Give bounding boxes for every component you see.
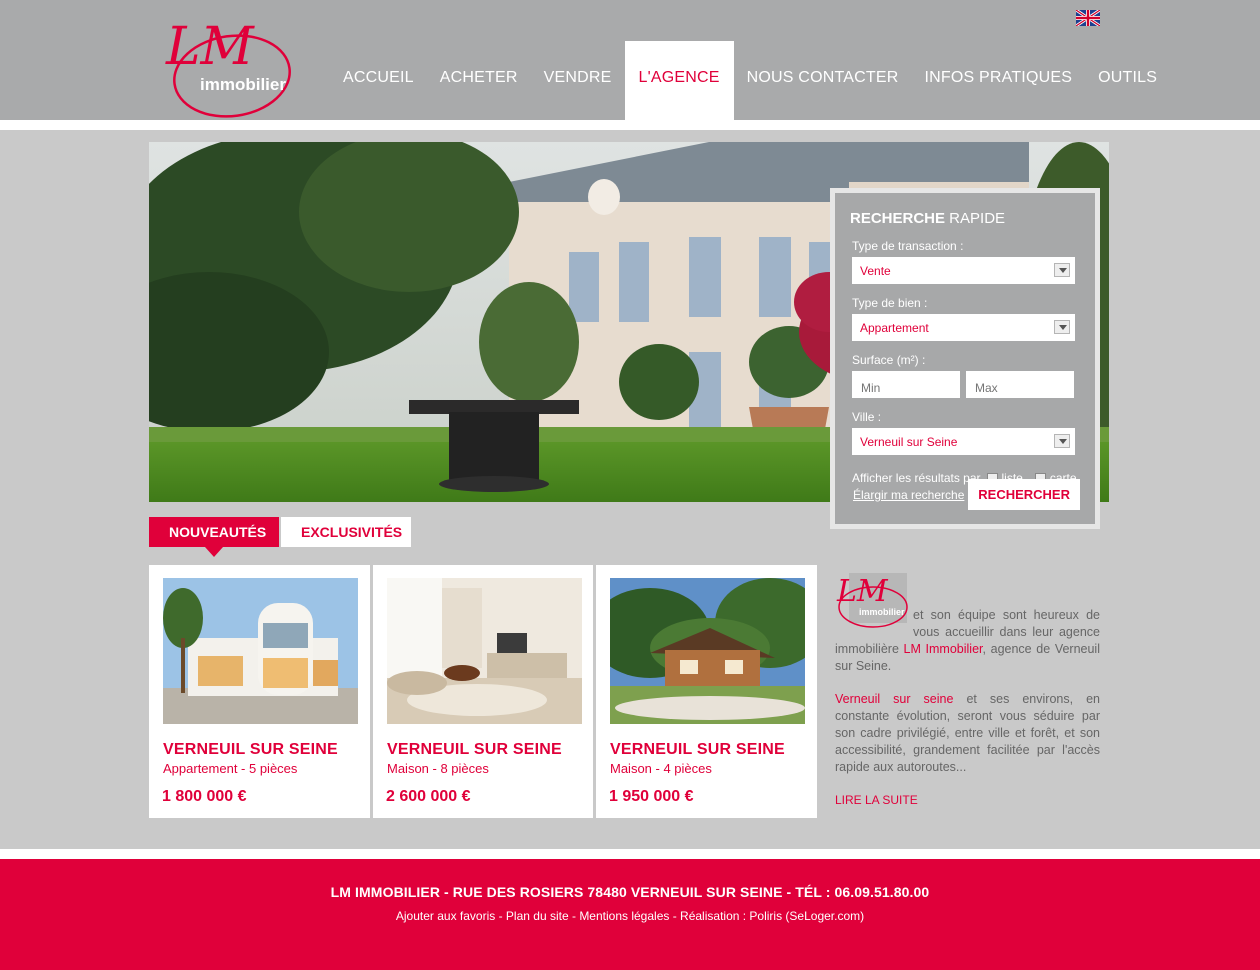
nav-acheter[interactable]: ACHETER (427, 41, 531, 120)
listing-type: Maison - 4 pièces (610, 761, 712, 776)
surface-label: Surface (m²) : (852, 353, 926, 367)
logo-wordmark: immobilier (200, 75, 286, 94)
quick-search-title-bold: RECHERCHE (850, 210, 946, 227)
listing-price: 2 600 000 € (386, 788, 471, 805)
listing-city: VERNEUIL SUR SEINE (610, 741, 785, 758)
footer-link-sitemap[interactable]: Plan du site (506, 909, 569, 923)
listing-card[interactable]: VERNEUIL SUR SEINE Appartement - 5 pièce… (149, 565, 370, 818)
footer-separator: - (568, 909, 580, 923)
chevron-down-icon[interactable] (1054, 434, 1070, 448)
listing-type: Maison - 8 pièces (387, 761, 489, 776)
agency-intro: LM immobilier et son équipe sont heureux… (835, 565, 1100, 809)
transaction-label: Type de transaction : (852, 239, 964, 253)
transaction-select[interactable]: Vente (852, 257, 1075, 284)
mini-logo-monogram: LM (836, 574, 889, 609)
chevron-down-icon[interactable] (1054, 263, 1070, 277)
property-type-value: Appartement (860, 321, 929, 335)
main-nav: ACCUEIL ACHETER VENDRE L'AGENCE NOUS CON… (330, 41, 1170, 120)
logo-monogram: LM (165, 17, 256, 77)
lm-immobilier-logo[interactable]: LM immobilier (158, 2, 298, 120)
footer-link-legal[interactable]: Mentions légales (579, 909, 669, 923)
surface-max-input[interactable] (966, 371, 1074, 398)
property-type-label: Type de bien : (852, 296, 928, 310)
header-divider (0, 120, 1260, 130)
nav-outils[interactable]: OUTILS (1085, 41, 1170, 120)
living-room-photo[interactable] (387, 578, 582, 724)
agency-name: LM Immobilier (903, 642, 983, 656)
search-actions: Élargir ma recherche RECHERCHER (853, 479, 1080, 510)
city-value: Verneuil sur Seine (860, 435, 958, 449)
listing-price: 1 950 000 € (609, 788, 694, 805)
footer-address: LM IMMOBILIER - RUE DES ROSIERS 78480 VE… (330, 884, 930, 900)
listing-cards: VERNEUIL SUR SEINE Appartement - 5 pièce… (149, 565, 825, 818)
chalet-photo[interactable] (590, 578, 825, 724)
surface-min-input[interactable] (852, 371, 960, 398)
modern-house-photo[interactable] (163, 578, 358, 724)
read-more-link[interactable]: LIRE LA SUITE (835, 792, 918, 809)
property-type-select[interactable]: Appartement (852, 314, 1075, 341)
site-header: LM immobilier ACCUEIL ACHETER VENDRE L'A… (0, 0, 1260, 120)
listing-type: Appartement - 5 pièces (163, 761, 298, 776)
city-label: Ville : (852, 410, 882, 424)
listing-card[interactable]: VERNEUIL SUR SEINE Maison - 4 pièces 1 9… (590, 565, 825, 818)
quick-search-inner: RECHERCHE RAPIDE Type de transaction : V… (835, 193, 1095, 524)
footer-link-credits[interactable]: Réalisation : Poliris (SeLoger.com) (680, 909, 864, 923)
nav-infos-pratiques[interactable]: INFOS PRATIQUES (911, 41, 1085, 120)
city-select[interactable]: Verneuil sur Seine (852, 428, 1075, 455)
transaction-value: Vente (860, 264, 891, 278)
tab-nouveautes[interactable]: NOUVEAUTÉS (149, 517, 279, 557)
footer-links: Ajouter aux favoris - Plan du site - Men… (0, 909, 1260, 923)
mini-logo-wordmark: immobilier (859, 607, 905, 617)
nav-vendre[interactable]: VENDRE (531, 41, 625, 120)
uk-flag-icon[interactable] (1076, 10, 1100, 26)
tab-exclusivites[interactable]: EXCLUSIVITÉS (281, 517, 411, 547)
city-paragraph: Verneuil sur seine et ses environs, en c… (835, 691, 1100, 776)
surface-range (852, 371, 1078, 398)
footer-separator: - (669, 909, 681, 923)
footer-divider (0, 849, 1260, 859)
listing-card[interactable]: VERNEUIL SUR SEINE Maison - 8 pièces 2 6… (373, 565, 593, 818)
quick-search-panel: RECHERCHE RAPIDE Type de transaction : V… (830, 188, 1100, 529)
lm-immobilier-mini-logo: LM immobilier (836, 573, 908, 628)
listing-city: VERNEUIL SUR SEINE (163, 741, 338, 758)
widen-search-link[interactable]: Élargir ma recherche (853, 488, 964, 502)
listing-price: 1 800 000 € (162, 788, 247, 805)
listing-city: VERNEUIL SUR SEINE (387, 741, 562, 758)
city-link[interactable]: Verneuil sur seine (835, 692, 953, 706)
site-footer: LM IMMOBILIER - RUE DES ROSIERS 78480 VE… (0, 859, 1260, 970)
nav-agence[interactable]: L'AGENCE (624, 41, 734, 120)
quick-search-title: RECHERCHE RAPIDE (850, 210, 1078, 227)
nav-contact[interactable]: NOUS CONTACTER (734, 41, 912, 120)
nav-accueil[interactable]: ACCUEIL (330, 41, 427, 120)
search-button[interactable]: RECHERCHER (968, 479, 1080, 510)
chevron-down-icon[interactable] (1054, 320, 1070, 334)
footer-separator: - (495, 909, 506, 923)
quick-search-title-light: RAPIDE (945, 210, 1006, 227)
listing-tabs: NOUVEAUTÉS EXCLUSIVITÉS (149, 517, 411, 557)
footer-link-favorites[interactable]: Ajouter aux favoris (396, 909, 495, 923)
